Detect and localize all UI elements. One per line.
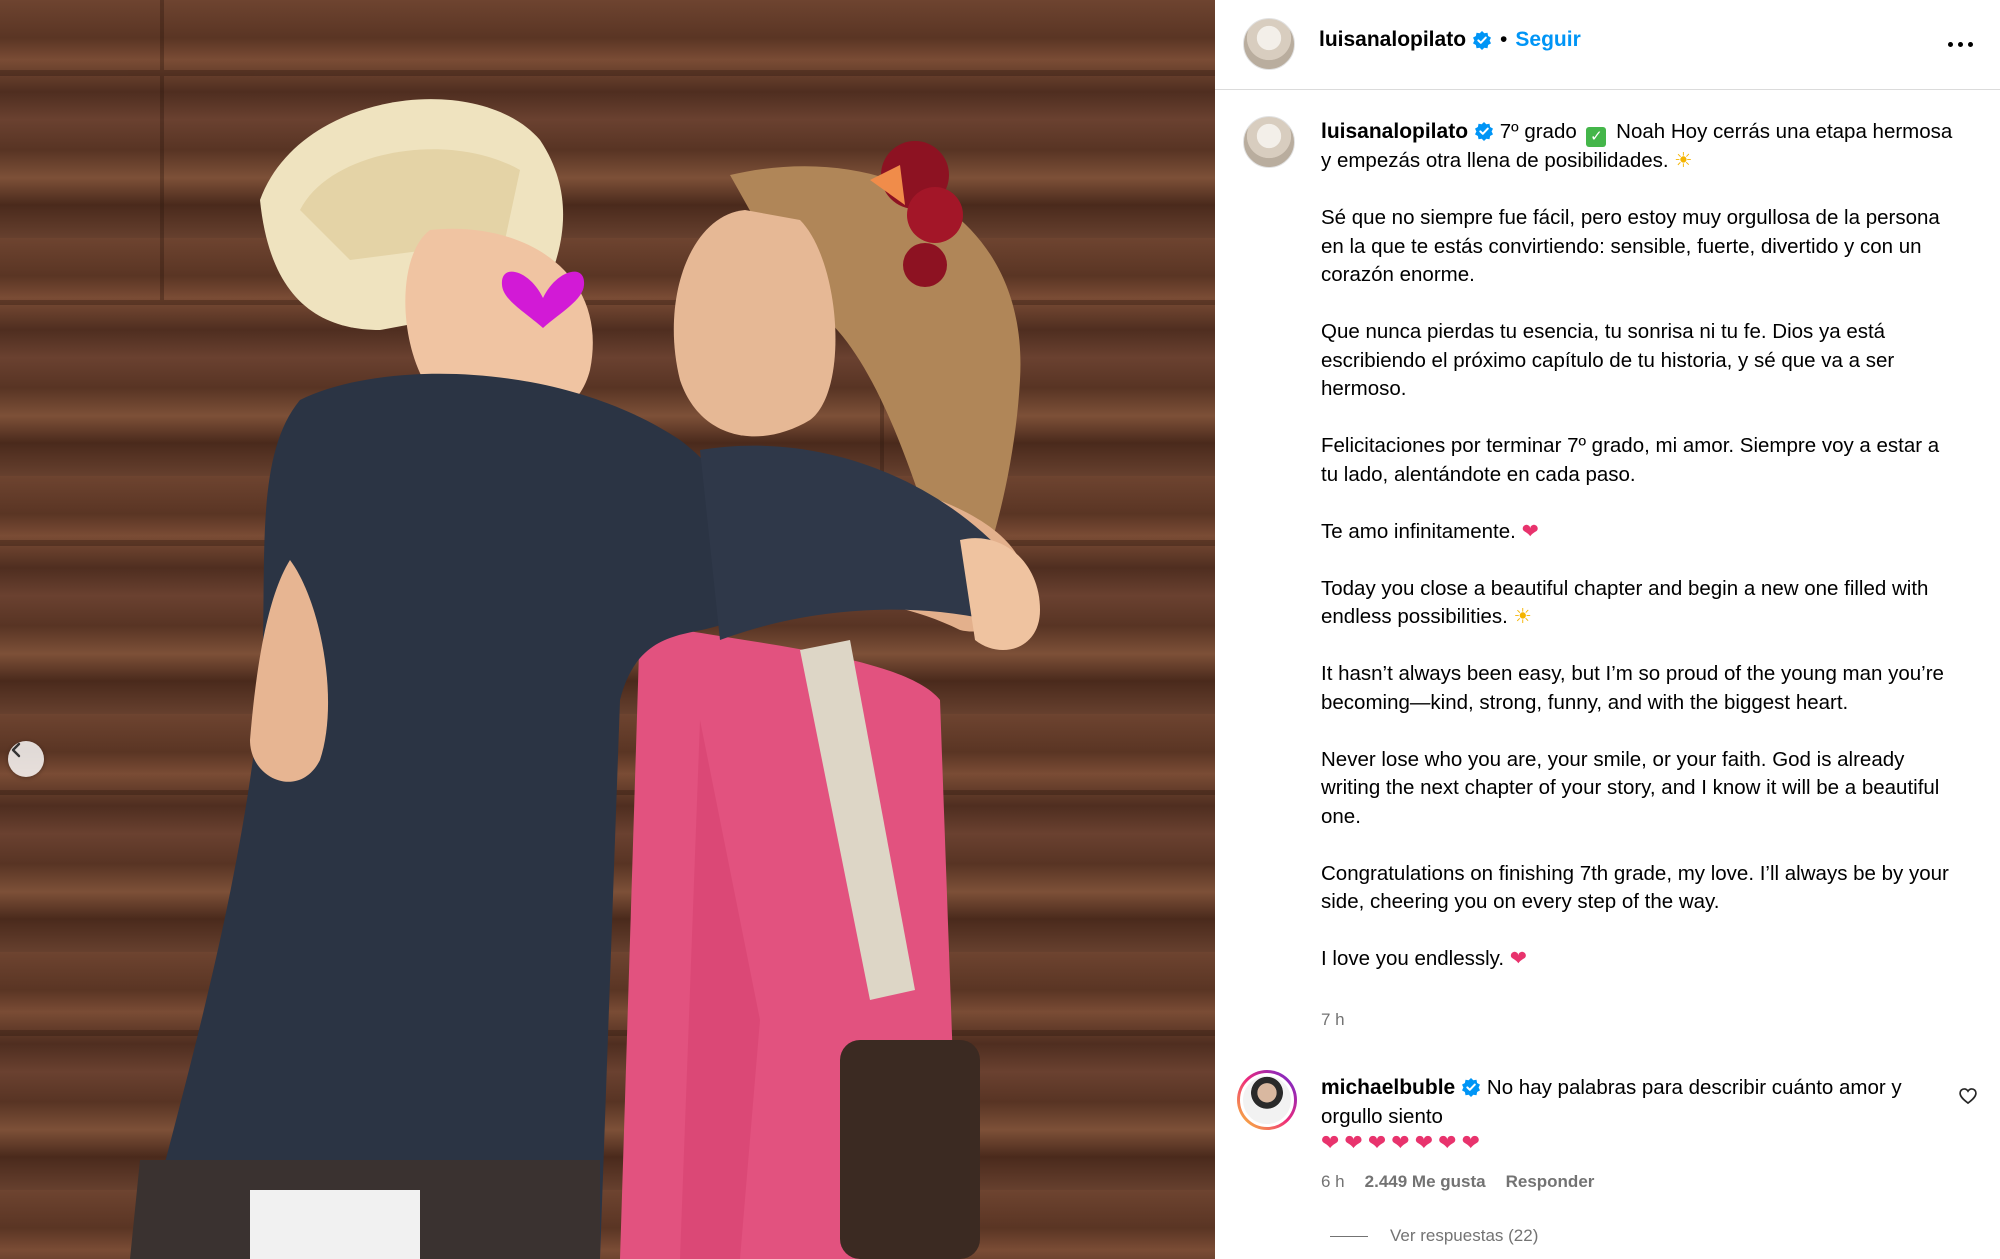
comment-item: michaelbuble No hay palabras para descri… [1215, 1066, 2000, 1256]
caption-text: I love you endlessly. [1321, 947, 1505, 970]
caption-author-avatar[interactable] [1243, 116, 1295, 168]
carousel-prev-button[interactable] [8, 741, 44, 777]
caption-paragraph: I love you endlessly. ❤ [1321, 945, 1961, 974]
photo-illustration [0, 0, 1215, 1259]
comment-meta: 6 h 2.449 Me gusta Responder [1321, 1172, 1594, 1192]
chevron-left-icon [11, 742, 21, 758]
caption-text: 7º grado [1499, 120, 1577, 143]
post-photo[interactable] [0, 0, 1215, 1259]
author-row: luisanalopilato • Seguir [1319, 28, 1581, 52]
view-replies-button[interactable]: Ver respuestas (22) [1330, 1226, 1538, 1246]
verified-badge-icon [1475, 122, 1494, 141]
comment-hearts: ❤❤❤❤❤❤❤ [1321, 1130, 1486, 1155]
caption-text: Te amo infinitamente. [1321, 519, 1516, 543]
more-options-icon[interactable] [1948, 32, 1978, 56]
author-avatar[interactable] [1243, 18, 1295, 70]
caption-username[interactable]: luisanalopilato [1321, 120, 1468, 143]
caption-timestamp[interactable]: 7 h [1321, 1010, 1345, 1030]
verified-badge-icon [1462, 1078, 1481, 1097]
caption-text: Today you close a beautiful chapter and … [1321, 576, 1929, 629]
check-mark-icon: ✓ [1586, 127, 1607, 147]
sun-icon: ☀ [1513, 605, 1532, 628]
caption-paragraph: Te amo infinitamente. ❤ [1321, 518, 1961, 547]
caption-paragraph: luisanalopilato 7º grado ✓ Noah Hoy cerr… [1321, 118, 1961, 176]
caption-paragraph: Today you close a beautiful chapter and … [1321, 575, 1961, 632]
post-caption: luisanalopilato 7º grado ✓ Noah Hoy cerr… [1321, 118, 1961, 974]
view-replies-label: Ver respuestas (22) [1390, 1226, 1539, 1245]
comment-timestamp[interactable]: 6 h [1321, 1172, 1345, 1192]
heart-icon: ❤ [1509, 947, 1527, 970]
comment-body: michaelbuble No hay palabras para descri… [1321, 1074, 1941, 1131]
caption-paragraph: Congratulations on finishing 7th grade, … [1321, 861, 1949, 914]
separator-dot: • [1500, 28, 1508, 51]
like-heart-icon[interactable] [1958, 1086, 1978, 1106]
caption-paragraph: Never lose who you are, your smile, or y… [1321, 747, 1940, 828]
caption-paragraph: Que nunca pierdas tu esencia, tu sonrisa… [1321, 320, 1895, 400]
comment-likes[interactable]: 2.449 Me gusta [1365, 1172, 1486, 1192]
post-header: luisanalopilato • Seguir [1215, 0, 2000, 90]
caption-paragraph: Sé que no siempre fue fácil, pero estoy … [1321, 206, 1940, 286]
author-username[interactable]: luisanalopilato [1319, 28, 1466, 52]
reply-button[interactable]: Responder [1506, 1172, 1595, 1192]
heart-icon: ❤ [1521, 519, 1539, 543]
post-details-panel: luisanalopilato • Seguir luisanalopilato… [1215, 0, 2000, 1259]
sun-icon: ☀ [1674, 149, 1693, 172]
commenter-avatar[interactable] [1237, 1070, 1297, 1130]
caption-paragraph: It hasn’t always been easy, but I’m so p… [1321, 662, 1944, 714]
replies-divider [1330, 1235, 1368, 1237]
verified-badge-icon [1473, 31, 1492, 50]
follow-button[interactable]: Seguir [1515, 28, 1580, 52]
caption-paragraph: Felicitaciones por terminar 7º grado, mi… [1321, 434, 1940, 486]
commenter-username[interactable]: michaelbuble [1321, 1076, 1455, 1099]
